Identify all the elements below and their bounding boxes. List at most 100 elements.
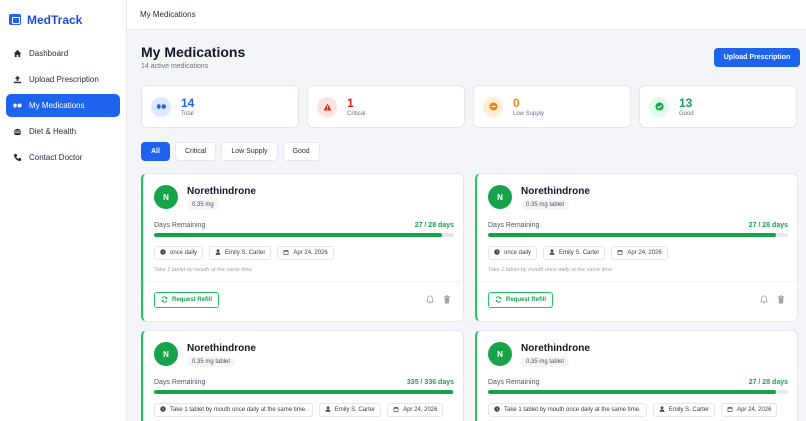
sidebar-item-my-medications[interactable]: My Medications xyxy=(6,94,120,117)
request-refill-button[interactable]: Request Refill xyxy=(154,292,220,308)
doctor-icon xyxy=(325,406,331,414)
days-remaining-label: Days Remaining xyxy=(488,222,540,229)
clock-icon xyxy=(160,249,166,257)
medication-tags: once daily Emily S. Carter Apr 24, 2026 xyxy=(488,246,668,260)
filter-low-supply[interactable]: Low Supply xyxy=(221,142,278,161)
bell-icon[interactable] xyxy=(759,295,769,306)
sidebar-item-label: Upload Prescription xyxy=(29,75,99,84)
doctor-icon xyxy=(549,249,555,257)
clock-icon xyxy=(494,406,500,414)
pills-icon xyxy=(13,101,22,110)
medication-dose: 0.35 mg tablet xyxy=(187,357,236,367)
medication-name: Norethindrone xyxy=(521,186,590,197)
request-refill-label: Request Refill xyxy=(506,297,547,303)
doctor-name: Emily S. Carter xyxy=(334,407,376,413)
medication-card: N Norethindrone 0.35 mg tablet Days Rema… xyxy=(141,330,464,421)
frequency-tag: Take 1 tablet by mouth once daily at the… xyxy=(154,403,313,417)
medication-tags: Take 1 tablet by mouth once daily at the… xyxy=(154,403,444,417)
days-remaining-label: Days Remaining xyxy=(488,379,540,386)
frequency-text: once daily xyxy=(504,250,532,256)
sidebar-item-label: Contact Doctor xyxy=(29,153,83,162)
days-remaining-label: Days Remaining xyxy=(154,222,206,229)
stat-value: 1 xyxy=(347,95,354,110)
doctor-tag: Emily S. Carter xyxy=(652,403,716,417)
medication-name: Norethindrone xyxy=(187,343,256,354)
frequency-text: Take 1 tablet by mouth once daily at the… xyxy=(504,407,641,413)
upload-prescription-button[interactable]: Upload Prescription xyxy=(714,48,800,67)
filter-tabs: All Critical Low Supply Good xyxy=(141,142,320,161)
medication-instructions: Take 1 tablet by mouth once daily at the… xyxy=(488,267,614,273)
phone-icon xyxy=(13,153,22,162)
card-divider xyxy=(477,281,797,282)
doctor-tag: Emily S. Carter xyxy=(543,246,606,260)
frequency-text: once daily xyxy=(170,250,198,256)
supply-progress-bar xyxy=(154,390,454,394)
days-remaining-value: 335 / 336 days xyxy=(406,379,454,386)
medication-card: N Norethindrone 0.35 mg tablet Days Rema… xyxy=(475,330,798,421)
medication-name: Norethindrone xyxy=(187,186,256,197)
card-divider xyxy=(143,281,463,282)
stat-card-critical: 1 Critical xyxy=(307,85,465,128)
stat-value: 0 xyxy=(513,95,520,110)
calendar-icon xyxy=(727,406,733,414)
prescription-date: Apr 24, 2026 xyxy=(293,250,328,256)
page-title: My Medications xyxy=(141,44,246,60)
sidebar-item-upload-prescription[interactable]: Upload Prescription xyxy=(6,68,120,91)
date-tag: Apr 24, 2026 xyxy=(277,246,334,260)
stat-value: 14 xyxy=(181,95,195,110)
medication-tags: once daily Emily S. Carter Apr 24, 2026 xyxy=(154,246,334,260)
sidebar-item-contact-doctor[interactable]: Contact Doctor xyxy=(6,146,120,169)
days-remaining-value: 27 / 28 days xyxy=(748,379,788,386)
stat-value: 13 xyxy=(679,95,693,110)
stat-label: Good xyxy=(679,110,694,117)
doctor-name: Emily S. Carter xyxy=(559,250,600,256)
frequency-text: Take 1 tablet by mouth once daily at the… xyxy=(170,407,307,413)
calendar-icon xyxy=(283,249,289,257)
home-icon xyxy=(13,49,22,58)
sidebar-item-dashboard[interactable]: Dashboard xyxy=(6,42,120,65)
trash-icon[interactable] xyxy=(443,295,451,306)
supply-progress-bar xyxy=(488,233,788,237)
bell-icon[interactable] xyxy=(425,295,435,306)
stat-card-good: 13 Good xyxy=(639,85,797,128)
stats-row: 14 Total 1 Critical 0 Low Supply 13 Good xyxy=(141,85,797,128)
request-refill-button[interactable]: Request Refill xyxy=(488,292,554,308)
filter-all[interactable]: All xyxy=(141,142,170,161)
trash-icon[interactable] xyxy=(777,295,785,306)
calendar-icon xyxy=(617,249,623,257)
medication-dose: 0.35 mg tablet xyxy=(521,357,570,367)
days-remaining-value: 27 / 28 days xyxy=(414,222,454,229)
medication-avatar: N xyxy=(154,185,178,209)
doctor-tag: Emily S. Carter xyxy=(209,246,272,260)
medication-tags: Take 1 tablet by mouth once daily at the… xyxy=(488,403,778,417)
prescription-date: Apr 24, 2026 xyxy=(627,250,662,256)
card-actions xyxy=(425,295,451,306)
medication-avatar: N xyxy=(488,342,512,366)
stat-label: Critical xyxy=(347,110,366,117)
supply-progress-bar xyxy=(154,233,454,237)
minus-circle-icon xyxy=(483,96,503,117)
date-tag: Apr 24, 2026 xyxy=(387,403,444,417)
frequency-tag: once daily xyxy=(488,246,538,260)
food-icon xyxy=(13,127,22,136)
check-circle-icon xyxy=(649,96,669,117)
doctor-icon xyxy=(215,249,221,257)
sidebar-item-label: Dashboard xyxy=(29,49,69,58)
supply-progress-fill xyxy=(488,390,776,394)
prescription-date: Apr 24, 2026 xyxy=(403,407,438,413)
sidebar-item-diet-health[interactable]: Diet & Health xyxy=(6,120,120,143)
card-actions xyxy=(759,295,785,306)
brand[interactable]: MedTrack xyxy=(0,0,126,30)
supply-progress-fill xyxy=(154,390,454,394)
days-remaining-value: 27 / 28 days xyxy=(748,222,788,229)
prescription-date: Apr 24, 2026 xyxy=(737,407,772,413)
date-tag: Apr 24, 2026 xyxy=(721,403,778,417)
filter-good[interactable]: Good xyxy=(282,142,320,161)
upload-icon xyxy=(13,75,22,84)
stat-label: Low Supply xyxy=(513,110,545,117)
page-subtitle: 14 active medications xyxy=(141,63,209,70)
medication-instructions: Take 1 tablet by mouth at the same time. xyxy=(154,267,254,273)
sidebar-item-label: My Medications xyxy=(29,101,85,110)
filter-critical[interactable]: Critical xyxy=(174,142,217,161)
stat-card-total: 14 Total xyxy=(141,85,299,128)
